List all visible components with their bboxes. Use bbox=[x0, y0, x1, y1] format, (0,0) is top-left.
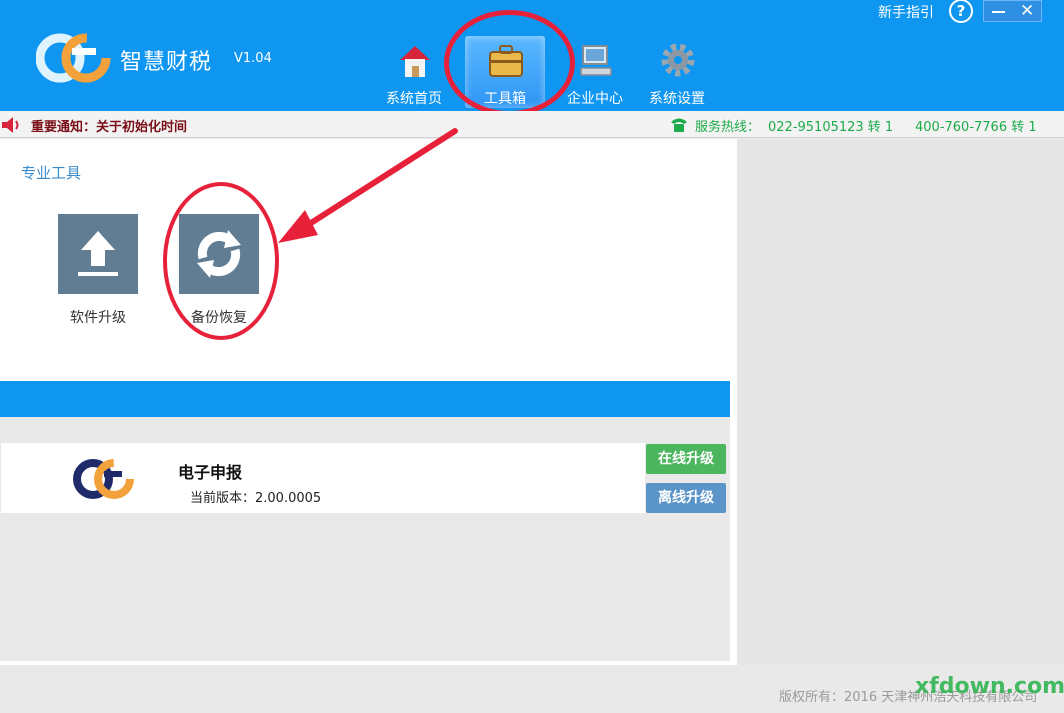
hotline-label: 服务热线： bbox=[695, 120, 761, 135]
notice-text[interactable]: 重要通知：关于初始化时间 bbox=[31, 116, 187, 135]
beginner-guide-link[interactable]: 新手指引 bbox=[878, 2, 934, 22]
section-title-pro-tools: 专业工具 bbox=[21, 164, 82, 182]
nav-settings-label: 系统设置 bbox=[649, 91, 705, 107]
nav-home-label: 系统首页 bbox=[386, 91, 442, 107]
close-button[interactable]: ✕ bbox=[1020, 1, 1034, 21]
online-upgrade-button[interactable]: 在线升级 bbox=[646, 444, 726, 474]
phone-icon bbox=[671, 118, 687, 132]
nav-home[interactable]: 系统首页 bbox=[374, 36, 454, 108]
product-logo bbox=[73, 459, 134, 499]
notice-bar: 重要通知：关于初始化时间 服务热线： 022-95105123 转 1 400-… bbox=[0, 111, 1064, 138]
watermark-text: xfdown.com bbox=[915, 674, 1064, 699]
main-panel: 专业工具 软件升级 备份恢复 电子申报 当前版本：2.00.0005 在线升级 … bbox=[0, 139, 737, 665]
tool-software-upgrade[interactable]: 软件升级 bbox=[58, 214, 138, 326]
help-button[interactable]: ? bbox=[949, 0, 973, 23]
blue-divider-band bbox=[0, 381, 730, 417]
hotline-number-1: 022-95105123 转 1 bbox=[768, 120, 894, 135]
speaker-icon bbox=[2, 117, 19, 133]
toolbox-highlight-circle bbox=[444, 10, 575, 116]
product-name: 电子申报 bbox=[178, 463, 243, 482]
app-logo bbox=[36, 33, 111, 83]
tool-tile[interactable] bbox=[58, 214, 138, 294]
product-row: 电子申报 当前版本：2.00.0005 bbox=[1, 443, 645, 513]
app-title: 智慧财税 bbox=[120, 50, 213, 75]
home-icon bbox=[400, 46, 430, 77]
minimize-button[interactable] bbox=[992, 11, 1005, 13]
hotline-number-2: 400-760-7766 转 1 bbox=[915, 120, 1037, 135]
upload-icon bbox=[78, 231, 118, 276]
right-side-panel bbox=[738, 139, 1064, 665]
offline-upgrade-button[interactable]: 离线升级 bbox=[646, 483, 726, 513]
product-version: 当前版本：2.00.0005 bbox=[190, 491, 322, 506]
app-header: 智慧财税 V1.04 新手指引 ? ✕ 系统首页 工具箱 企业中心 系统设置 bbox=[0, 0, 1064, 116]
nav-enterprise-label: 企业中心 bbox=[567, 91, 623, 107]
nav-settings[interactable]: 系统设置 bbox=[637, 36, 717, 108]
window-controls: ✕ bbox=[983, 0, 1042, 22]
computer-icon bbox=[580, 45, 612, 76]
gear-icon bbox=[661, 43, 695, 77]
tool-label: 软件升级 bbox=[70, 310, 126, 326]
app-version: V1.04 bbox=[234, 51, 272, 66]
backup-highlight-circle bbox=[163, 182, 279, 340]
